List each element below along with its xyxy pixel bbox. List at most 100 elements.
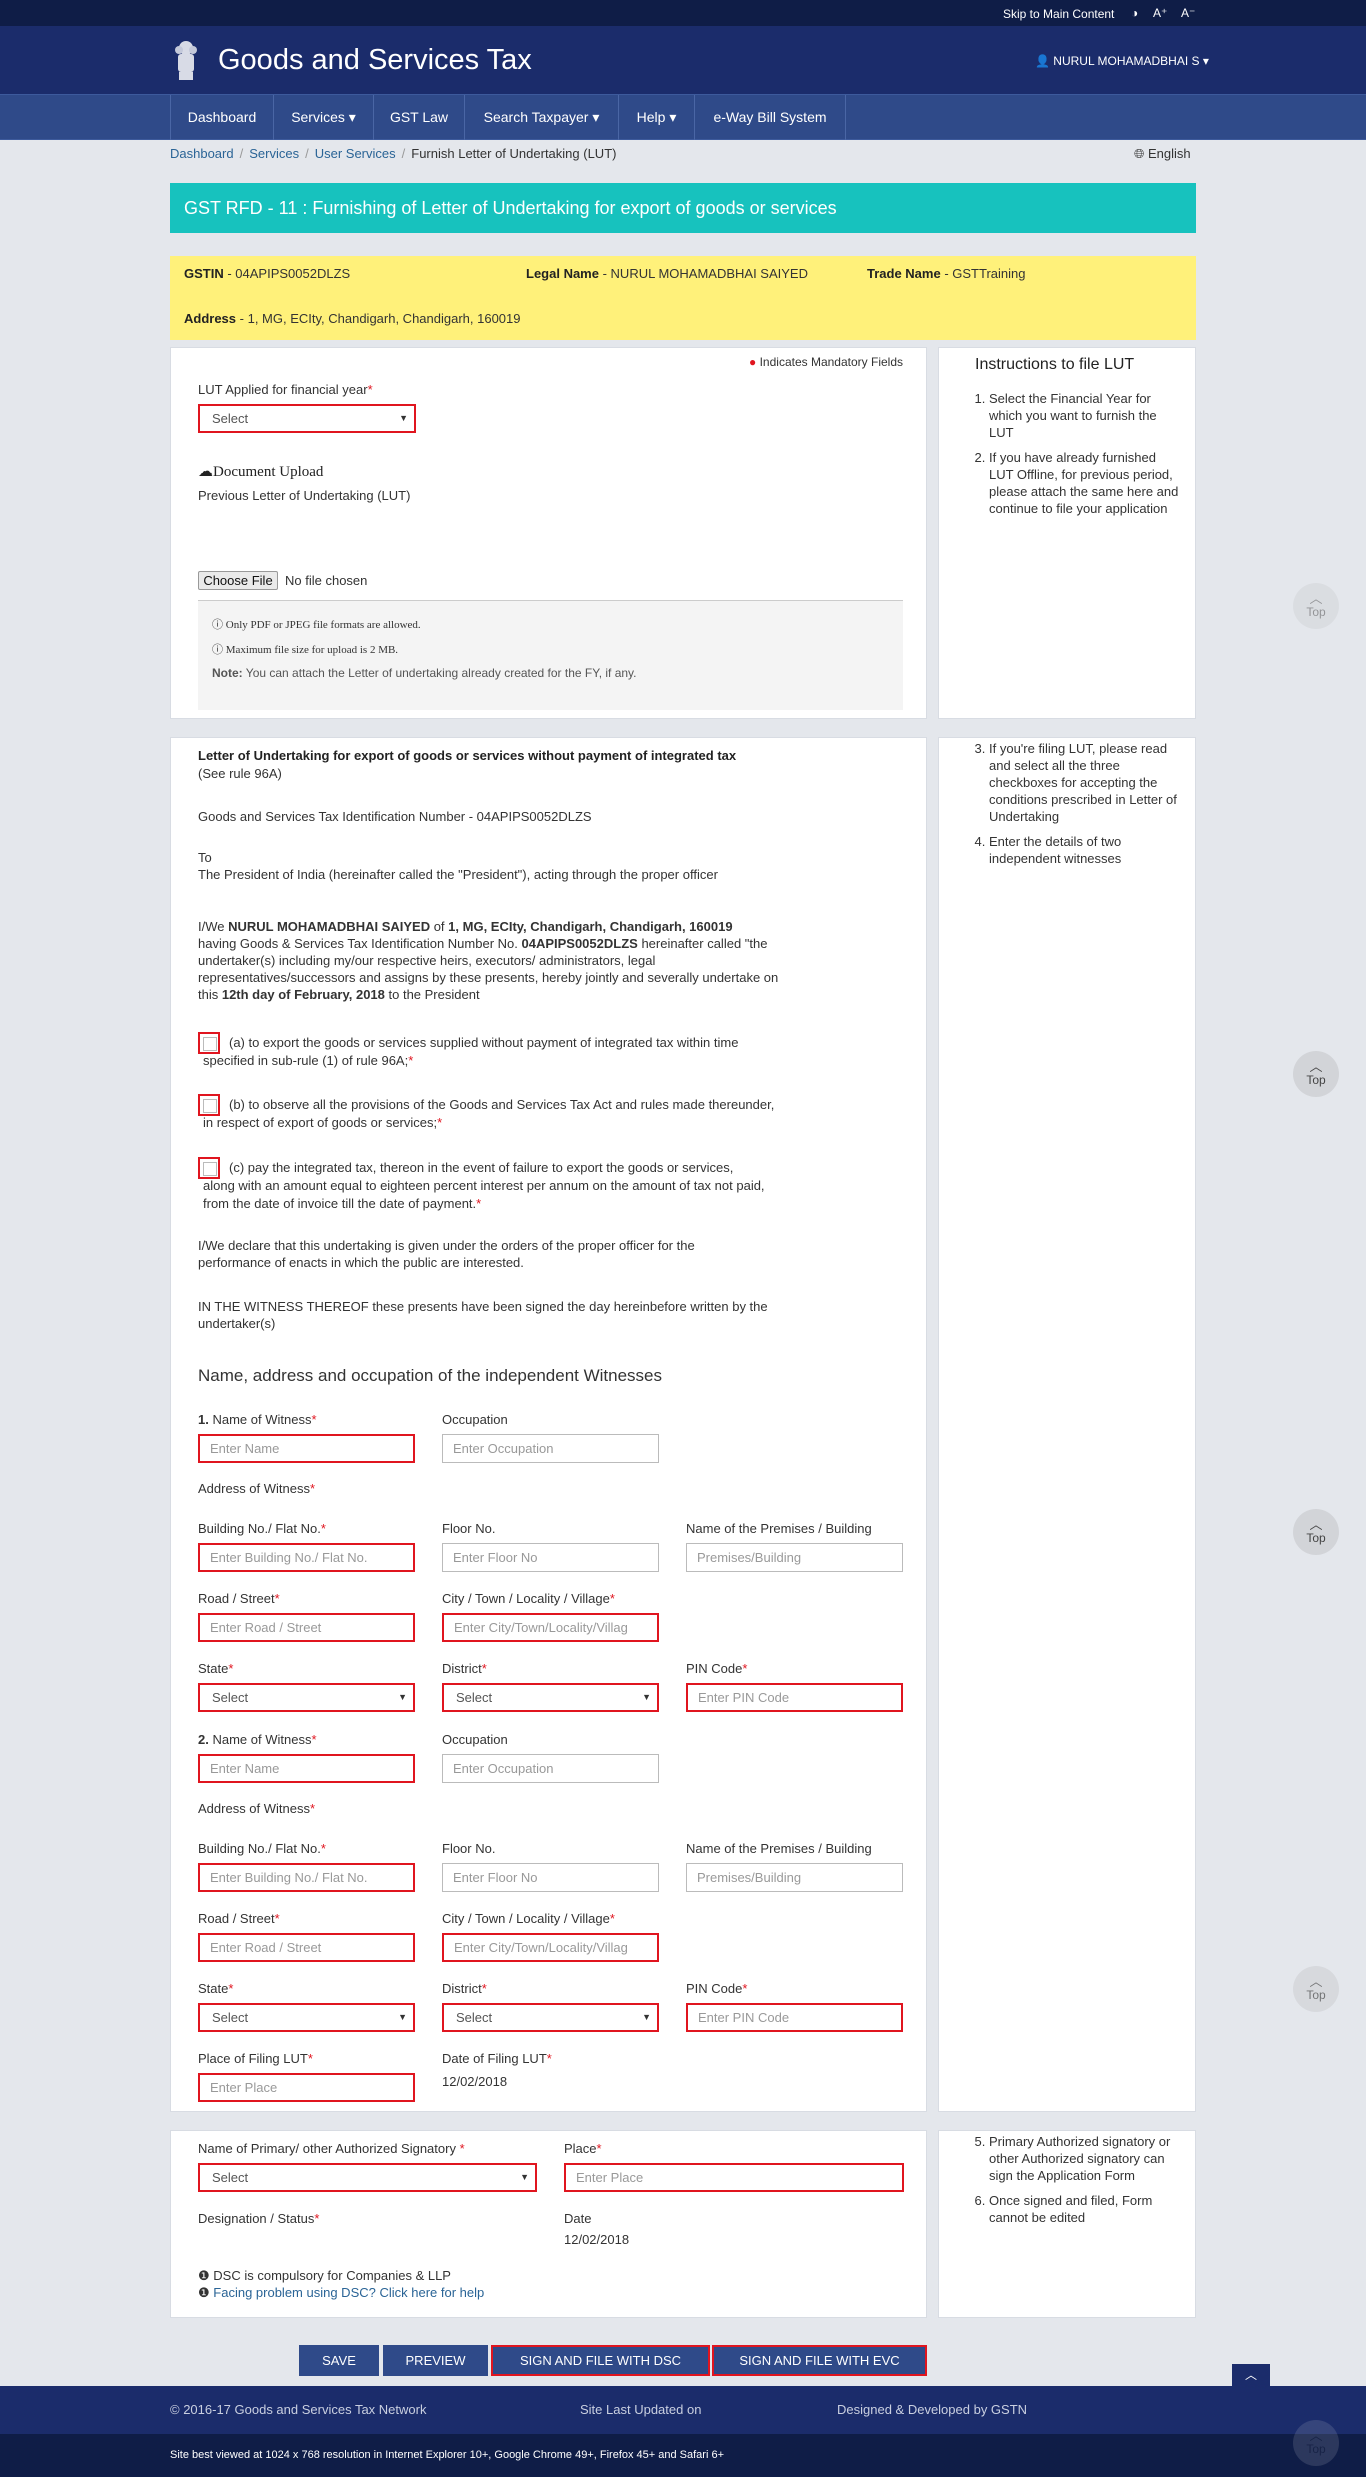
witness-2-name-label: Name of Witness [212,1732,312,1747]
top-strip: Skip to Main Content ◑ A⁺ A⁻ [0,0,1366,26]
nav-gst-law[interactable]: GST Law [374,95,465,140]
sign-with-dsc-button[interactable]: SIGN AND FILE WITH DSC [491,2345,710,2376]
witness-2-floor-label: Floor No. [442,1841,496,1856]
language-selector[interactable]: 🌐︎ English [1134,146,1191,162]
instruction-5: Primary Authorized signatory or other Au… [989,2133,1181,2184]
choose-file-button[interactable]: Choose File [198,571,278,590]
scroll-top-button[interactable]: ︿ Top [1293,583,1339,629]
info-circle-icon: ❶ [198,2285,214,2300]
contrast-icon[interactable]: ◑ [1131,6,1138,20]
witness-2-state-label: State [198,1981,229,1996]
nav-help[interactable]: Help ▾ [619,95,695,140]
condition-c-checkbox[interactable] [198,1157,220,1179]
condition-b-checkbox[interactable] [198,1094,220,1116]
declaration-text-2: performance of enacts in which the publi… [198,1255,524,1270]
witness-1-name-label: Name of Witness [212,1412,312,1427]
address-value: - 1, MG, ECIty, Chandigarh, Chandigarh, … [236,311,521,326]
scroll-top-button[interactable]: ︿ Top [1293,2420,1339,2466]
witness-2-road-label: Road / Street [198,1911,275,1926]
info-icon: ⓘ [212,644,226,656]
witness-1-city-input[interactable]: Enter City/Town/Locality/Villag [442,1613,659,1642]
dsc-help-link[interactable]: Facing problem using DSC? Click here for… [213,2285,484,2300]
signatory-panel: Name of Primary/ other Authorized Signat… [170,2130,927,2318]
breadcrumb-services[interactable]: Services [249,146,299,161]
fy-label: LUT Applied for financial year [198,382,368,397]
designation-label: Designation / Status [198,2211,315,2226]
witness-2-state-select[interactable]: Select ▼ [198,2003,415,2032]
condition-b-text-2: in respect of export of goods or service… [203,1115,443,1130]
witness-2-city-input[interactable]: Enter City/Town/Locality/Villag [442,1933,659,1962]
footer-scroll-up-button[interactable]: ︿ [1232,2364,1270,2386]
footer-bottom: Site best viewed at 1024 x 768 resolutio… [0,2420,1366,2477]
breadcrumb-user-services[interactable]: User Services [315,146,396,161]
financial-year-select[interactable]: Select ▼ [198,404,416,433]
witness-2-premises-label: Name of the Premises / Building [686,1841,872,1856]
witness-1-pin-input[interactable]: Enter PIN Code [686,1683,903,1712]
witness-1-occupation-input[interactable]: Enter Occupation [442,1434,659,1463]
preview-button[interactable]: PREVIEW [383,2345,488,2376]
breadcrumb-dashboard[interactable]: Dashboard [170,146,234,161]
no-file-chosen: No file chosen [285,573,368,588]
place-of-filing-label: Place of Filing LUT [198,2051,308,2066]
witness-2-address-label: Address of Witness [198,1801,310,1816]
sign-with-evc-button[interactable]: SIGN AND FILE WITH EVC [712,2345,927,2376]
witness-1-address-label: Address of Witness [198,1481,310,1496]
nav-services[interactable]: Services ▾ [274,95,374,140]
nav-dashboard[interactable]: Dashboard [170,95,274,140]
signatory-date-value: 12/02/2018 [564,2232,630,2247]
witness-1-road-label: Road / Street [198,1591,275,1606]
signatory-place-input[interactable]: Enter Place [564,2163,904,2192]
witness-2-district-select[interactable]: Select ▼ [442,2003,659,2032]
scroll-top-button[interactable]: ︿ Top [1293,1051,1339,1097]
condition-c-text-2: along with an amount equal to eighteen p… [203,1178,765,1193]
signatory-date-label: Date [564,2211,592,2226]
witness-2-pin-input[interactable]: Enter PIN Code [686,2003,903,2032]
taxpayer-info: GSTIN - 04APIPS0052DLZS Legal Name - NUR… [170,256,1196,340]
condition-c-text-3: from the date of invoice till the date o… [203,1196,482,1211]
witness-2-district-label: District [442,1981,482,1996]
nav-search-taxpayer[interactable]: Search Taxpayer ▾ [465,95,619,140]
info-circle-icon: ❶ [198,2268,214,2283]
witness-1-state-select[interactable]: Select ▼ [198,1683,415,1712]
condition-a-checkbox[interactable] [198,1032,220,1054]
nav-eway-bill[interactable]: e-Way Bill System [695,95,846,140]
witness-1-floor-input[interactable]: Enter Floor No [442,1543,659,1572]
skip-to-content-link[interactable]: Skip to Main Content [1003,7,1114,21]
witness-1-name-input[interactable]: Enter Name [198,1434,415,1463]
site-title[interactable]: Goods and Services Tax [218,44,532,77]
witness-2-building-label: Building No./ Flat No. [198,1841,321,1856]
witness-1-road-input[interactable]: Enter Road / Street [198,1613,415,1642]
witness-1-occupation-label: Occupation [442,1412,508,1427]
copyright-text: © 2016-17 Goods and Services Tax Network [170,2402,427,2417]
breadcrumb: Dashboard / Services / User Services / Furnish… [170,146,617,161]
national-emblem-icon[interactable] [171,34,201,84]
witness-1-building-input[interactable]: Enter Building No./ Flat No. [198,1543,415,1572]
rule-reference: (See rule 96A) [198,766,282,781]
witness-1-premises-input[interactable]: Premises/Building [686,1543,903,1572]
witness-2-name-input[interactable]: Enter Name [198,1754,415,1783]
witness-2-occupation-input[interactable]: Enter Occupation [442,1754,659,1783]
scroll-top-button[interactable]: ︿ Top [1293,1509,1339,1555]
witness-2-building-input[interactable]: Enter Building No./ Flat No. [198,1863,415,1892]
undertaking-paragraph: I/We NURUL MOHAMADBHAI SAIYED of 1, MG, … [198,919,779,1002]
witness-2-premises-input[interactable]: Premises/Building [686,1863,903,1892]
gstin-value: - 04APIPS0052DLZS [223,266,351,281]
date-of-filing-value: 12/02/2018 [442,2074,508,2089]
user-menu[interactable]: 👤 NURUL MOHAMADBHAI S ▾ [1035,54,1209,68]
witness-1-district-select[interactable]: Select ▼ [442,1683,659,1712]
page-title: GST RFD - 11 : Furnishing of Letter of U… [170,183,1196,233]
scroll-top-button[interactable]: ︿ Top [1293,1966,1339,2012]
witness-2-road-input[interactable]: Enter Road / Street [198,1933,415,1962]
save-button[interactable]: SAVE [299,2345,379,2376]
place-of-filing-input[interactable]: Enter Place [198,2073,415,2102]
footer: ︿ © 2016-17 Goods and Services Tax Netwo… [0,2364,1366,2434]
breadcrumb-current: Furnish Letter of Undertaking (LUT) [411,146,617,161]
witness-1-premises-label: Name of the Premises / Building [686,1521,872,1536]
witness-thereof-text: IN THE WITNESS THEREOF these presents ha… [198,1299,768,1314]
lut-form-panel: Letter of Undertaking for export of good… [170,737,927,2112]
font-decrease-button[interactable]: A⁻ [1181,6,1195,20]
signatory-select[interactable]: Select ▼ [198,2163,537,2192]
instructions-title: Instructions to file LUT [975,356,1135,373]
font-increase-button[interactable]: A⁺ [1153,6,1167,20]
witness-2-floor-input[interactable]: Enter Floor No [442,1863,659,1892]
